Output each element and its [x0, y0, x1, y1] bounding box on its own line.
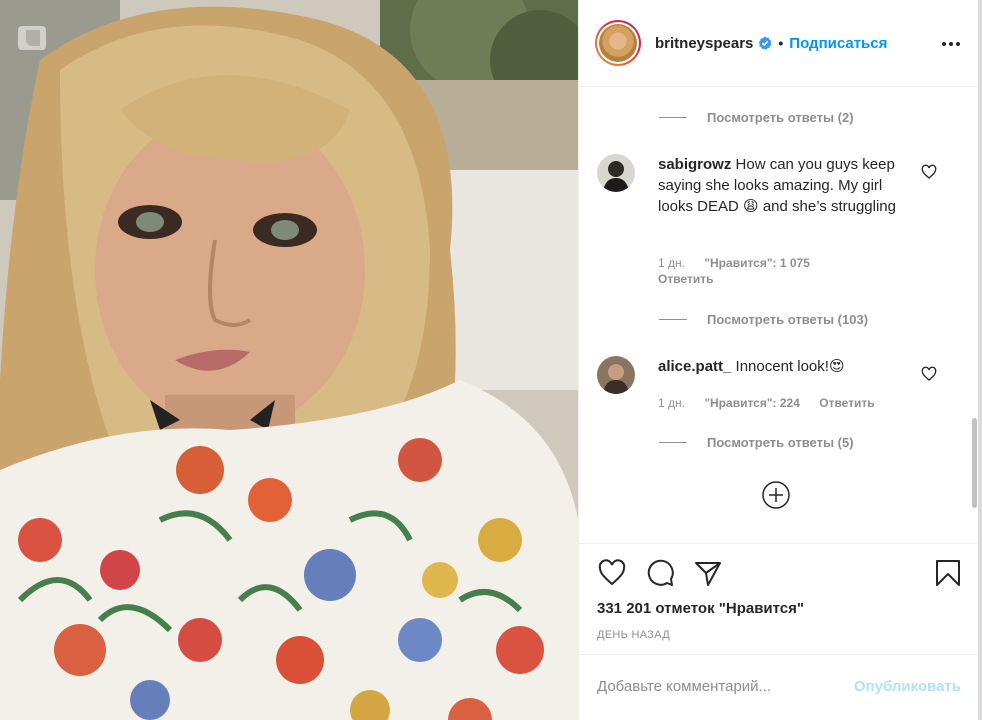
comment-age: 1 дн. — [658, 256, 685, 270]
comment-text-block: sabigrowz How can you guys keep saying s… — [658, 154, 918, 217]
window-edge — [978, 0, 982, 720]
comment-text-block: alice.patt_ Innocent look!😍 — [658, 356, 918, 377]
header-separator: • — [778, 35, 784, 51]
commenter-avatar[interactable] — [597, 356, 635, 394]
view-replies-label: Посмотреть ответы (5) — [707, 435, 854, 450]
reply-button[interactable]: Ответить — [819, 396, 874, 410]
comment-item: alice.patt_ Innocent look!😍 1 дн. "Нрави… — [597, 356, 957, 416]
comment-like-icon[interactable] — [921, 164, 937, 180]
likes-count[interactable]: 331 201 отметок "Нравится" — [597, 600, 804, 617]
comment-username[interactable]: sabigrowz — [658, 156, 731, 173]
comment-text: Innocent look!😍 — [735, 358, 845, 375]
view-replies-button[interactable]: Посмотреть ответы (103) — [659, 312, 868, 327]
comment-likes[interactable]: "Нравится": 224 — [704, 396, 800, 410]
comment-input[interactable]: Добавьте комментарий... — [597, 678, 771, 695]
comment-like-icon[interactable] — [921, 366, 937, 382]
view-replies-button[interactable]: Посмотреть ответы (5) — [659, 435, 854, 450]
author-username[interactable]: britneyspears — [655, 35, 753, 52]
photo-badge-icon — [18, 26, 46, 50]
heart-icon[interactable] — [597, 558, 627, 588]
post-time: ДЕНЬ НАЗАД — [597, 629, 670, 641]
comment-meta-reply: Ответить — [658, 272, 729, 286]
scrollbar-thumb[interactable] — [972, 418, 977, 508]
comments-scrollbar[interactable] — [972, 88, 977, 543]
comment-meta: 1 дн. "Нравится": 224 Ответить — [658, 396, 891, 410]
post-photo[interactable] — [0, 0, 578, 720]
post-side-panel: britneyspears • Подписаться Посмотреть о… — [578, 0, 979, 720]
comment-meta: 1 дн. "Нравится": 1 075 — [658, 256, 826, 270]
comment-icon[interactable] — [645, 558, 675, 588]
view-replies-label: Посмотреть ответы (103) — [707, 312, 869, 327]
post-comment-button[interactable]: Опубликовать — [854, 678, 961, 695]
reply-button[interactable]: Ответить — [658, 272, 713, 286]
commenter-avatar[interactable] — [597, 154, 635, 192]
follow-button[interactable]: Подписаться — [789, 35, 887, 52]
view-replies-button[interactable]: Посмотреть ответы (2) — [659, 110, 854, 125]
plus-circle-icon[interactable] — [761, 480, 791, 510]
photo-illustration — [0, 0, 578, 720]
share-icon[interactable] — [693, 558, 723, 588]
post-header: britneyspears • Подписаться — [579, 0, 979, 87]
view-replies-label: Посмотреть ответы (2) — [707, 110, 854, 125]
more-options-icon[interactable] — [941, 36, 961, 52]
comment-username[interactable]: alice.patt_ — [658, 358, 731, 375]
comment-item: sabigrowz How can you guys keep saying s… — [597, 154, 957, 294]
author-avatar[interactable] — [595, 20, 641, 66]
post-actions: 331 201 отметок "Нравится" ДЕНЬ НАЗАД До… — [579, 543, 979, 720]
comments-list: Посмотреть ответы (2) sabigrowz How can … — [579, 88, 979, 543]
verified-badge-icon — [759, 36, 772, 50]
comment-likes[interactable]: "Нравится": 1 075 — [704, 256, 810, 270]
comment-age: 1 дн. — [658, 396, 685, 410]
bookmark-icon[interactable] — [933, 558, 963, 588]
add-comment-bar: Добавьте комментарий... Опубликовать — [579, 654, 979, 720]
